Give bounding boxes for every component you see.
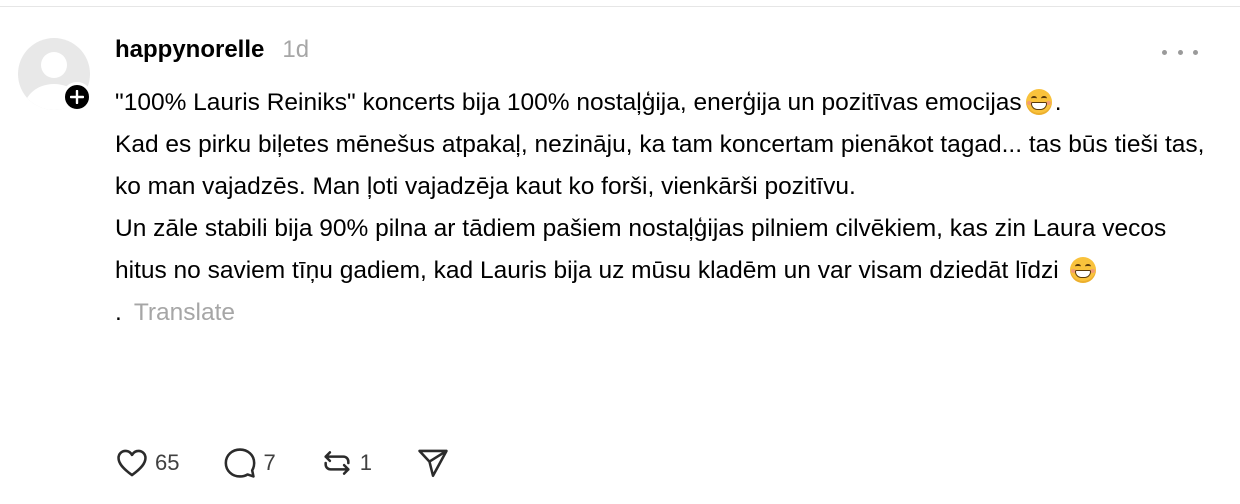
grinning-face-emoji-icon	[1069, 257, 1096, 283]
action-bar: 65 7 1	[115, 444, 494, 482]
username[interactable]: happynorelle	[115, 36, 264, 64]
post-paragraph: "100% Lauris Reiniks" koncerts bija 100%…	[115, 82, 1205, 124]
grinning-face-emoji-icon	[1025, 89, 1052, 115]
translate-link[interactable]: Translate	[134, 299, 235, 326]
avatar-head-shape	[41, 52, 67, 78]
post-paragraph: Un zāle stabili bija 90% pilna ar tādiem…	[115, 208, 1205, 334]
repost-icon	[324, 451, 350, 475]
comment-icon	[225, 448, 256, 478]
post-text: "100% Lauris Reiniks" koncerts bija 100%…	[115, 89, 1022, 116]
heart-icon	[117, 449, 147, 477]
post-text: Kad es pirku biļetes mēnešus atpakaļ, ne…	[115, 131, 1205, 200]
post-header: happynorelle 1d	[115, 36, 309, 70]
top-divider	[0, 6, 1240, 7]
like-button[interactable]: 65	[115, 446, 179, 480]
send-icon	[418, 449, 448, 478]
more-dots-icon	[1177, 49, 1183, 55]
like-count: 65	[155, 450, 180, 475]
more-dots-icon	[1193, 49, 1198, 55]
repost-button[interactable]: 1	[320, 446, 372, 480]
share-button[interactable]	[416, 446, 450, 480]
post-paragraph: Kad es pirku biļetes mēnešus atpakaļ, ne…	[115, 124, 1205, 208]
avatar-container[interactable]	[18, 38, 92, 112]
reply-count: 7	[263, 450, 276, 475]
post-text-tail: .	[115, 299, 122, 326]
timestamp: 1d	[282, 36, 310, 63]
reply-button[interactable]: 7	[223, 446, 276, 480]
more-dots-icon	[1162, 49, 1167, 55]
repost-count: 1	[359, 450, 372, 475]
more-options-button[interactable]	[1162, 40, 1198, 64]
plus-icon	[70, 90, 84, 104]
post-body: "100% Lauris Reiniks" koncerts bija 100%…	[115, 82, 1205, 334]
follow-button[interactable]	[62, 82, 92, 112]
post-text: Un zāle stabili bija 90% pilna ar tādiem…	[115, 215, 1167, 284]
post-text-tail: .	[1054, 89, 1062, 116]
